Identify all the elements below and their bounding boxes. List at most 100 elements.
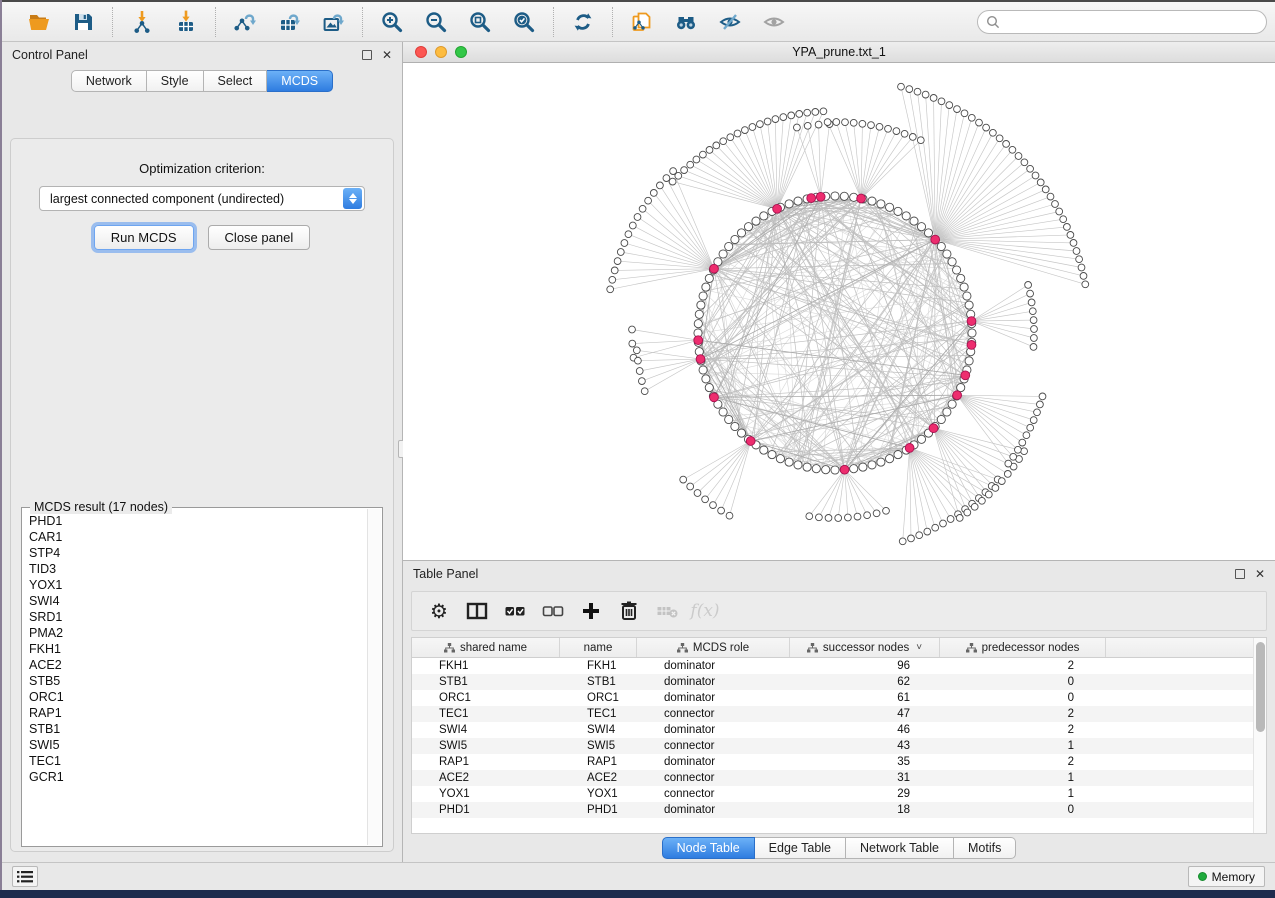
cell-shared-name[interactable]: SWI5 bbox=[412, 740, 560, 752]
cell-shared-name[interactable]: ORC1 bbox=[412, 692, 560, 704]
import-network-button[interactable] bbox=[123, 5, 161, 39]
close-table-panel-icon[interactable]: ✕ bbox=[1255, 568, 1265, 580]
network-canvas[interactable] bbox=[403, 63, 1275, 560]
tab-network[interactable]: Network bbox=[71, 70, 147, 92]
mcds-result-item[interactable]: ACE2 bbox=[29, 657, 367, 673]
cell-predecessor-nodes[interactable]: 0 bbox=[940, 676, 1106, 688]
cell-MCDS-role[interactable]: dominator bbox=[637, 676, 790, 688]
cell-name[interactable]: YOX1 bbox=[560, 788, 637, 800]
cell-predecessor-nodes[interactable]: 0 bbox=[940, 804, 1106, 816]
table-row[interactable]: TEC1TEC1connector472 bbox=[412, 706, 1266, 722]
cell-name[interactable]: TEC1 bbox=[560, 708, 637, 720]
search-network-button[interactable] bbox=[667, 5, 705, 39]
save-session-button[interactable] bbox=[64, 5, 102, 39]
table-row[interactable]: PHD1PHD1dominator180 bbox=[412, 802, 1266, 818]
mcds-result-item[interactable]: TEC1 bbox=[29, 753, 367, 769]
zoom-in-button[interactable] bbox=[373, 5, 411, 39]
cell-name[interactable]: FKH1 bbox=[560, 660, 637, 672]
cell-predecessor-nodes[interactable]: 0 bbox=[940, 692, 1106, 704]
add-column-button[interactable] bbox=[574, 595, 608, 627]
mcds-result-item[interactable]: SWI4 bbox=[29, 593, 367, 609]
hide-selected-button[interactable] bbox=[711, 5, 749, 39]
export-image-button[interactable] bbox=[314, 5, 352, 39]
cell-name[interactable]: PHD1 bbox=[560, 804, 637, 816]
cell-name[interactable]: ACE2 bbox=[560, 772, 637, 784]
table-row[interactable]: SWI4SWI4dominator462 bbox=[412, 722, 1266, 738]
mcds-result-scrollbar[interactable] bbox=[367, 509, 381, 845]
cell-shared-name[interactable]: RAP1 bbox=[412, 756, 560, 768]
mcds-result-item[interactable]: STB1 bbox=[29, 721, 367, 737]
cell-MCDS-role[interactable]: connector bbox=[637, 788, 790, 800]
table-row[interactable]: FKH1FKH1dominator962 bbox=[412, 658, 1266, 674]
optimization-criterion-select[interactable]: largest connected component (undirected) bbox=[39, 186, 365, 211]
cell-predecessor-nodes[interactable]: 2 bbox=[940, 724, 1106, 736]
cell-shared-name[interactable]: YOX1 bbox=[412, 788, 560, 800]
cell-successor-nodes[interactable]: 31 bbox=[790, 772, 940, 784]
cell-MCDS-role[interactable]: dominator bbox=[637, 724, 790, 736]
cell-predecessor-nodes[interactable]: 2 bbox=[940, 756, 1106, 768]
cell-MCDS-role[interactable]: connector bbox=[637, 740, 790, 752]
table-row[interactable]: YOX1YOX1connector291 bbox=[412, 786, 1266, 802]
cell-MCDS-role[interactable]: dominator bbox=[637, 804, 790, 816]
cell-shared-name[interactable]: TEC1 bbox=[412, 708, 560, 720]
cell-predecessor-nodes[interactable]: 1 bbox=[940, 788, 1106, 800]
duplicate-network-button[interactable] bbox=[623, 5, 661, 39]
tab-network-table[interactable]: Network Table bbox=[846, 837, 954, 859]
cell-successor-nodes[interactable]: 46 bbox=[790, 724, 940, 736]
tab-style[interactable]: Style bbox=[147, 70, 204, 92]
mcds-result-item[interactable]: ORC1 bbox=[29, 689, 367, 705]
table-scrollbar-thumb[interactable] bbox=[1256, 642, 1265, 732]
mcds-result-item[interactable]: PHD1 bbox=[29, 513, 367, 529]
deselect-all-button[interactable] bbox=[536, 595, 570, 627]
column-header-predecessor-nodes[interactable]: predecessor nodes bbox=[940, 638, 1106, 657]
mcds-result-item[interactable]: PMA2 bbox=[29, 625, 367, 641]
float-table-panel-icon[interactable] bbox=[1235, 569, 1245, 579]
tab-motifs[interactable]: Motifs bbox=[954, 837, 1016, 859]
column-header-MCDS-role[interactable]: MCDS role bbox=[637, 638, 790, 657]
table-scrollbar[interactable] bbox=[1253, 638, 1266, 833]
mcds-result-item[interactable]: SWI5 bbox=[29, 737, 367, 753]
cell-successor-nodes[interactable]: 96 bbox=[790, 660, 940, 672]
column-header-shared-name[interactable]: shared name bbox=[412, 638, 560, 657]
cell-predecessor-nodes[interactable]: 1 bbox=[940, 772, 1106, 784]
cell-shared-name[interactable]: ACE2 bbox=[412, 772, 560, 784]
cell-name[interactable]: ORC1 bbox=[560, 692, 637, 704]
float-panel-icon[interactable] bbox=[362, 50, 372, 60]
mcds-result-item[interactable]: STP4 bbox=[29, 545, 367, 561]
cell-name[interactable]: SWI4 bbox=[560, 724, 637, 736]
mcds-result-list[interactable]: PHD1CAR1STP4TID3YOX1SWI4SRD1PMA2FKH1ACE2… bbox=[23, 509, 367, 845]
tab-edge-table[interactable]: Edge Table bbox=[755, 837, 846, 859]
cell-name[interactable]: STB1 bbox=[560, 676, 637, 688]
cell-successor-nodes[interactable]: 29 bbox=[790, 788, 940, 800]
cell-predecessor-nodes[interactable]: 2 bbox=[940, 660, 1106, 672]
mcds-result-item[interactable]: CAR1 bbox=[29, 529, 367, 545]
toggle-panels-button[interactable] bbox=[460, 595, 494, 627]
cell-successor-nodes[interactable]: 43 bbox=[790, 740, 940, 752]
close-panel-icon[interactable]: ✕ bbox=[382, 49, 392, 61]
cell-successor-nodes[interactable]: 61 bbox=[790, 692, 940, 704]
export-table-button[interactable] bbox=[270, 5, 308, 39]
open-file-button[interactable] bbox=[20, 5, 58, 39]
cell-MCDS-role[interactable]: connector bbox=[637, 708, 790, 720]
zoom-fit-button[interactable] bbox=[461, 5, 499, 39]
table-settings-button[interactable]: ⚙ bbox=[422, 595, 456, 627]
cell-shared-name[interactable]: FKH1 bbox=[412, 660, 560, 672]
import-table-button[interactable] bbox=[167, 5, 205, 39]
memory-button[interactable]: Memory bbox=[1188, 866, 1265, 887]
cell-name[interactable]: RAP1 bbox=[560, 756, 637, 768]
cell-successor-nodes[interactable]: 62 bbox=[790, 676, 940, 688]
network-search-input[interactable] bbox=[977, 10, 1267, 34]
cell-predecessor-nodes[interactable]: 1 bbox=[940, 740, 1106, 752]
zoom-out-button[interactable] bbox=[417, 5, 455, 39]
mcds-result-item[interactable]: RAP1 bbox=[29, 705, 367, 721]
refresh-layout-button[interactable] bbox=[564, 5, 602, 39]
cell-MCDS-role[interactable]: dominator bbox=[637, 660, 790, 672]
export-network-button[interactable] bbox=[226, 5, 264, 39]
status-menu-button[interactable] bbox=[12, 866, 38, 887]
mcds-result-item[interactable]: STB5 bbox=[29, 673, 367, 689]
table-row[interactable]: ORC1ORC1dominator610 bbox=[412, 690, 1266, 706]
select-all-button[interactable] bbox=[498, 595, 532, 627]
cell-MCDS-role[interactable]: dominator bbox=[637, 692, 790, 704]
tab-select[interactable]: Select bbox=[204, 70, 268, 92]
close-panel-button[interactable]: Close panel bbox=[208, 225, 311, 250]
